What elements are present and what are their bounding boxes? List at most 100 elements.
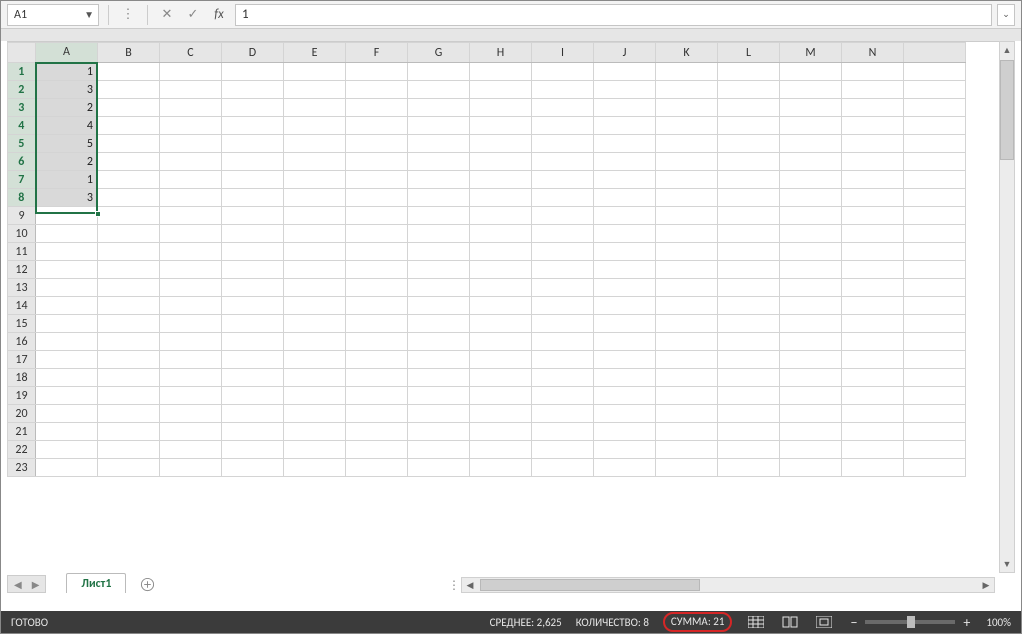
cell[interactable] [470, 261, 532, 279]
cell[interactable] [470, 153, 532, 171]
cell[interactable] [160, 315, 222, 333]
cell[interactable] [408, 405, 470, 423]
cell[interactable] [718, 171, 780, 189]
cell[interactable] [98, 279, 160, 297]
cell[interactable] [532, 351, 594, 369]
cell[interactable] [346, 315, 408, 333]
cell[interactable] [594, 423, 656, 441]
cell[interactable] [718, 117, 780, 135]
cell[interactable]: 3 [36, 81, 98, 99]
hscroll-track[interactable] [478, 578, 978, 592]
formula-expand-icon[interactable]: ⌄ [997, 4, 1015, 26]
cell[interactable] [346, 423, 408, 441]
row-header[interactable]: 3 [8, 99, 36, 117]
cell[interactable] [594, 351, 656, 369]
cell[interactable] [718, 243, 780, 261]
cell[interactable] [594, 405, 656, 423]
cell[interactable] [346, 63, 408, 81]
cell[interactable] [222, 261, 284, 279]
cell[interactable] [284, 99, 346, 117]
cell[interactable] [780, 351, 842, 369]
cell[interactable] [532, 333, 594, 351]
cell[interactable] [408, 153, 470, 171]
row-header[interactable]: 5 [8, 135, 36, 153]
cell[interactable] [718, 63, 780, 81]
cell[interactable] [532, 171, 594, 189]
select-all-corner[interactable] [8, 43, 36, 63]
cell[interactable] [346, 81, 408, 99]
cell[interactable] [594, 117, 656, 135]
cell[interactable] [408, 315, 470, 333]
cell[interactable] [98, 189, 160, 207]
cell[interactable] [470, 387, 532, 405]
cell[interactable] [842, 63, 904, 81]
cell[interactable] [284, 297, 346, 315]
zoom-track[interactable] [865, 620, 955, 624]
row-header[interactable]: 9 [8, 207, 36, 225]
cell[interactable] [656, 315, 718, 333]
cell[interactable] [656, 63, 718, 81]
column-header[interactable]: A [36, 43, 98, 63]
cell[interactable] [532, 423, 594, 441]
column-header[interactable]: B [98, 43, 160, 63]
cell[interactable] [98, 369, 160, 387]
cell[interactable] [842, 243, 904, 261]
cell[interactable] [160, 171, 222, 189]
cell[interactable]: 2 [36, 99, 98, 117]
cell[interactable] [98, 387, 160, 405]
cell[interactable] [470, 207, 532, 225]
cell[interactable] [718, 153, 780, 171]
cell[interactable] [594, 459, 656, 477]
cell[interactable] [222, 333, 284, 351]
cell[interactable] [842, 207, 904, 225]
row-header[interactable]: 12 [8, 261, 36, 279]
cell[interactable] [346, 207, 408, 225]
scroll-up-icon[interactable]: ▲ [1000, 42, 1014, 58]
cell[interactable] [36, 423, 98, 441]
cell[interactable] [470, 189, 532, 207]
cell[interactable] [718, 99, 780, 117]
cell[interactable] [222, 459, 284, 477]
cell[interactable] [346, 441, 408, 459]
cell[interactable] [594, 99, 656, 117]
cell[interactable] [532, 189, 594, 207]
cell[interactable] [284, 189, 346, 207]
column-header[interactable]: F [346, 43, 408, 63]
cell[interactable] [346, 153, 408, 171]
row-header[interactable]: 2 [8, 81, 36, 99]
cell[interactable] [408, 261, 470, 279]
cell[interactable] [780, 297, 842, 315]
cell[interactable] [532, 315, 594, 333]
cell[interactable] [346, 405, 408, 423]
row-header[interactable]: 1 [8, 63, 36, 81]
cell[interactable] [780, 153, 842, 171]
cell[interactable] [160, 243, 222, 261]
cell[interactable] [656, 99, 718, 117]
cell[interactable] [160, 333, 222, 351]
cell[interactable] [222, 243, 284, 261]
cell[interactable] [780, 81, 842, 99]
row-header[interactable]: 10 [8, 225, 36, 243]
cell[interactable] [36, 315, 98, 333]
cell[interactable] [594, 261, 656, 279]
cell[interactable] [346, 297, 408, 315]
zoom-level[interactable]: 100% [986, 616, 1011, 629]
cell[interactable] [594, 387, 656, 405]
row-header[interactable]: 14 [8, 297, 36, 315]
zoom-out-button[interactable]: − [848, 614, 859, 631]
cell[interactable] [36, 297, 98, 315]
cell[interactable] [284, 207, 346, 225]
cell[interactable] [656, 387, 718, 405]
scroll-left-icon[interactable]: ◀ [462, 578, 478, 592]
cell[interactable] [284, 279, 346, 297]
cell[interactable] [470, 63, 532, 81]
cell[interactable] [594, 189, 656, 207]
cell[interactable] [532, 81, 594, 99]
cell[interactable] [408, 441, 470, 459]
cell[interactable] [718, 135, 780, 153]
sheet-tab-active[interactable]: Лист1 [66, 573, 126, 593]
sheet-next-icon[interactable]: ▶ [32, 578, 40, 591]
cell[interactable] [470, 441, 532, 459]
cell[interactable] [408, 297, 470, 315]
cell[interactable] [160, 135, 222, 153]
